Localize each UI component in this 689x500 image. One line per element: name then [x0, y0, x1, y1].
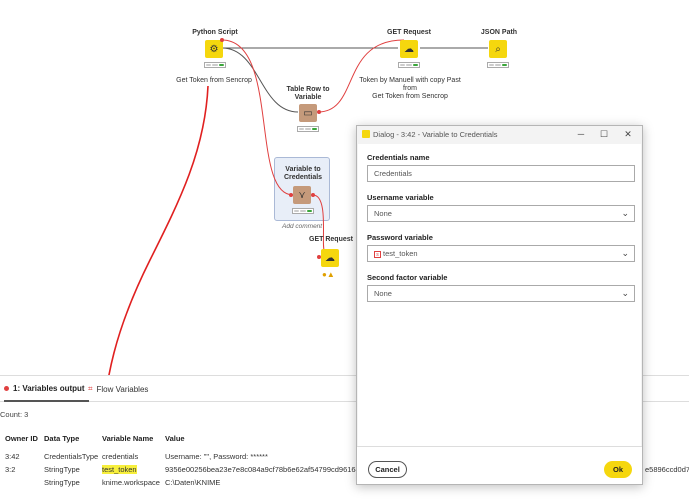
cloud-icon: ☁	[404, 43, 414, 55]
chevron-down-icon: ⌄	[621, 288, 629, 298]
node-variable-to-credentials-title: Variable to Credentials	[283, 166, 323, 181]
column-header[interactable]: Owner ID	[5, 434, 38, 443]
flow-variables-icon: ⌗	[88, 384, 93, 393]
credentials-name-label: Credentials name	[367, 153, 430, 162]
string-variable-icon: s	[374, 250, 381, 258]
node-get-request-note: Token by Manuell with copy Past from Get…	[359, 77, 461, 100]
cancel-button[interactable]: Cancel	[368, 461, 407, 478]
node-status	[398, 62, 420, 68]
column-header[interactable]: Variable Name	[102, 434, 153, 443]
second-factor-variable-label: Second factor variable	[367, 273, 448, 282]
username-variable-select[interactable]: None ⌄	[367, 205, 635, 222]
row-count: Count: 3	[0, 410, 29, 419]
variable-port[interactable]	[220, 38, 224, 42]
node-status	[487, 62, 509, 68]
variable-to-credentials-dialog: Dialog - 3:42 - Variable to Credentials …	[356, 125, 643, 485]
credentials-name-input[interactable]	[367, 165, 635, 182]
node-status	[204, 62, 226, 68]
red-dot-icon	[4, 385, 9, 391]
tab-variables-output[interactable]: 1: Variables output	[4, 376, 89, 402]
chevron-down-icon: ⌄	[621, 248, 629, 258]
node-status	[292, 208, 314, 214]
variable-port[interactable]	[317, 110, 321, 114]
node-python-script[interactable]: ⚙	[205, 40, 223, 58]
node-python-script-note: Get Token from Sencrop	[176, 77, 252, 84]
dialog-titlebar[interactable]: Dialog - 3:42 - Variable to Credentials …	[357, 126, 642, 143]
node-table-row-to-variable-title: Table Row to Variable	[286, 86, 330, 101]
table-to-variable-icon: ▭	[303, 107, 313, 119]
python-icon: ⚙	[209, 43, 219, 55]
node-get-request-2[interactable]: ☁	[321, 249, 339, 267]
node-table-row-to-variable[interactable]: ▭	[299, 104, 317, 122]
node-json-path[interactable]: ⌕	[489, 40, 507, 58]
variable-in-port[interactable]	[289, 193, 293, 197]
username-variable-label: Username variable	[367, 193, 434, 202]
highlighted-variable-name: test_token	[102, 465, 137, 474]
annotation-arrow	[108, 85, 209, 375]
variable-merge-icon: ⋎	[298, 189, 306, 201]
node-variable-to-credentials[interactable]: ⋎	[293, 186, 311, 204]
variable-in-port[interactable]	[317, 255, 321, 259]
maximize-icon[interactable]: ☐	[597, 128, 611, 140]
node-json-path-title: JSON Path	[480, 29, 518, 36]
dialog-body: Credentials name Username variable None …	[358, 144, 641, 446]
node-status	[297, 126, 319, 132]
password-variable-label: Password variable	[367, 233, 433, 242]
second-factor-variable-select[interactable]: None ⌄	[367, 285, 635, 302]
chevron-down-icon: ⌄	[621, 208, 629, 218]
search-icon: ⌕	[495, 43, 501, 55]
minimize-icon[interactable]: ─	[574, 128, 588, 140]
column-header[interactable]: Data Type	[44, 434, 79, 443]
knime-logo-icon	[362, 130, 370, 138]
password-variable-select[interactable]: s test_token ⌄	[367, 245, 635, 262]
dialog-title: Dialog - 3:42 - Variable to Credentials	[373, 130, 498, 139]
column-header[interactable]: Value	[165, 434, 185, 443]
node-python-script-title: Python Script	[192, 29, 238, 36]
node-get-request[interactable]: ☁	[400, 40, 418, 58]
close-icon[interactable]: ✕	[621, 128, 635, 140]
add-comment-link[interactable]: Add comment	[282, 223, 322, 230]
cloud-icon: ☁	[325, 252, 335, 264]
tab-flow-variables[interactable]: ⌗ Flow Variables	[88, 376, 148, 402]
variable-out-port[interactable]	[311, 193, 315, 197]
dialog-footer: Cancel Ok	[357, 446, 642, 484]
ok-button[interactable]: Ok	[604, 461, 632, 478]
warning-icon: ●▲	[322, 270, 335, 279]
